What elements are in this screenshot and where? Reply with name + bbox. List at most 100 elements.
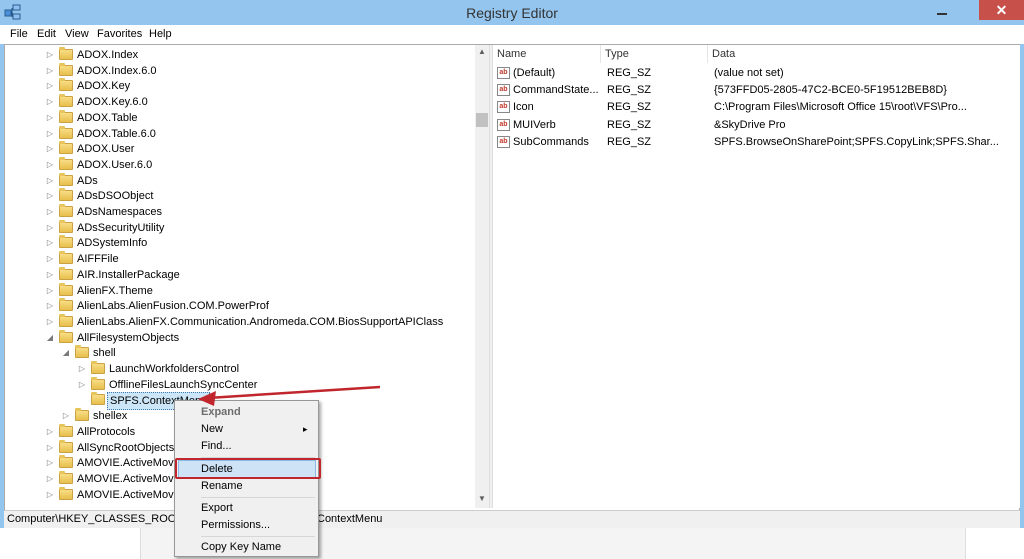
collapse-arrow-icon[interactable]: ◢ — [45, 330, 55, 346]
tree-node[interactable]: ▷ ADsNamespaces — [5, 204, 473, 220]
expand-arrow-icon[interactable]: ▷ — [77, 361, 87, 377]
expand-arrow-icon[interactable]: ▷ — [45, 204, 55, 220]
expand-arrow-icon[interactable]: ▷ — [45, 78, 55, 94]
folder-icon — [91, 392, 105, 406]
tree-node[interactable]: ▷ ADOX.Table — [5, 109, 473, 126]
tree-node[interactable]: ▷ AlienLabs.AlienFX.Communication.Androme… — [5, 313, 473, 330]
tree-node-label: AllSyncRootObjects — [77, 441, 175, 454]
tree-node[interactable]: ▷ AlienFX.Theme — [5, 282, 473, 299]
column-header-name[interactable]: Name — [493, 45, 601, 63]
string-value-icon: ab — [497, 67, 510, 79]
expand-arrow-icon[interactable]: ▷ — [45, 471, 55, 487]
folder-icon — [59, 109, 73, 123]
value-type: REG_SZ — [607, 101, 652, 114]
minimize-button[interactable] — [925, 2, 959, 22]
tree-node[interactable]: ▷ ADOX.User.6.0 — [5, 156, 473, 173]
values-list[interactable]: Name Type Data ab (Default) REG_SZ (value n… — [493, 45, 1020, 508]
expand-arrow-icon[interactable]: ▷ — [45, 141, 55, 157]
value-row[interactable]: ab MUIVerb REG_SZ &SkyDrive Pro — [493, 117, 1020, 134]
tree-node-label: ADs — [77, 174, 98, 187]
value-row[interactable]: ab (Default) REG_SZ (value not set) — [493, 65, 1020, 82]
folder-icon — [59, 251, 73, 265]
menu-item-permissions[interactable]: Permissions... — [201, 517, 270, 534]
menu-item-export[interactable]: Export — [201, 500, 233, 517]
expand-arrow-icon[interactable]: ▷ — [61, 408, 71, 424]
folder-icon — [59, 47, 73, 60]
folder-icon — [59, 455, 73, 469]
tree-node[interactable]: ▷ ADOX.User — [5, 141, 473, 157]
tree-node[interactable]: ▷ ADsDSOObject — [5, 188, 473, 204]
tree-node[interactable]: ◢ shell — [5, 345, 473, 361]
menu-file[interactable]: File — [10, 28, 28, 40]
expand-arrow-icon[interactable]: ▷ — [45, 220, 55, 236]
expand-arrow-icon[interactable]: ▷ — [45, 455, 55, 471]
tree-node[interactable]: ▷ AlienLabs.AlienFusion.COM.PowerProf — [5, 298, 473, 314]
value-name: CommandState... — [513, 84, 599, 97]
expand-arrow-icon[interactable]: ▷ — [45, 314, 55, 330]
expand-arrow-icon[interactable]: ▷ — [45, 63, 55, 79]
menu-item-rename[interactable]: Rename — [201, 478, 243, 495]
value-name: Icon — [513, 101, 534, 114]
menu-edit[interactable]: Edit — [37, 28, 56, 40]
menu-item-expand[interactable]: Expand — [201, 404, 241, 421]
tree-vertical-scrollbar[interactable]: ▲ ▼ — [475, 45, 489, 508]
column-header-data[interactable]: Data — [708, 45, 1020, 63]
menu-favorites[interactable]: Favorites — [97, 28, 142, 40]
tree-node[interactable]: ▷ OfflineFilesLaunchSyncCenter — [5, 376, 473, 393]
menu-item-new[interactable]: New — [201, 421, 223, 438]
expand-arrow-icon[interactable]: ▷ — [45, 110, 55, 126]
scroll-thumb[interactable] — [476, 113, 488, 127]
scroll-up-arrow-icon[interactable]: ▲ — [478, 47, 486, 56]
expand-arrow-icon[interactable]: ▷ — [45, 47, 55, 63]
menu-view[interactable]: View — [65, 28, 89, 40]
expand-arrow-icon[interactable]: ▷ — [45, 157, 55, 173]
tree-node[interactable]: ▷ ADs — [5, 172, 473, 189]
tree-node[interactable]: ▷ ADsSecurityUtility — [5, 219, 473, 236]
tree-node[interactable]: ▷ ADSystemInfo — [5, 235, 473, 251]
menu-help[interactable]: Help — [149, 28, 172, 40]
expand-arrow-icon[interactable]: ▷ — [45, 424, 55, 440]
tree-node-label: ADOX.Index — [77, 49, 139, 61]
expand-arrow-icon[interactable]: ▷ — [45, 251, 55, 267]
tree-node-label: AllProtocols — [77, 425, 136, 438]
tree-node-label: ADOX.User.6.0 — [77, 158, 153, 171]
title-bar[interactable]: Registry Editor ✕ — [0, 0, 1024, 25]
tree-node[interactable]: ▷ ADOX.Key.6.0 — [5, 94, 473, 110]
tree-node[interactable]: ▷ LaunchWorkfoldersControl — [5, 361, 473, 377]
tree-node-label: shellex — [93, 410, 128, 423]
menu-item-find[interactable]: Find... — [201, 438, 232, 455]
value-row[interactable]: ab SubCommands REG_SZ SPFS.BrowseOnSharePoi… — [493, 134, 1020, 151]
close-button[interactable]: ✕ — [979, 0, 1024, 20]
value-row[interactable]: ab CommandState... REG_SZ {573FFD05-2805-47… — [493, 82, 1020, 99]
expand-arrow-icon[interactable]: ▷ — [45, 267, 55, 283]
expand-arrow-icon[interactable]: ▷ — [45, 235, 55, 251]
folder-icon — [59, 94, 73, 108]
expand-arrow-icon[interactable]: ▷ — [45, 283, 55, 299]
tree-node[interactable]: ▷ ADOX.Key — [5, 78, 473, 94]
value-row[interactable]: ab Icon REG_SZ C:\Program Files\Microsoft O… — [493, 99, 1020, 116]
expand-arrow-icon[interactable]: ▷ — [45, 94, 55, 110]
menu-item-copy-key-name[interactable]: Copy Key Name — [201, 539, 281, 556]
tree-node[interactable]: ▷ ADOX.Table.6.0 — [5, 125, 473, 142]
folder-icon — [91, 361, 105, 374]
expand-arrow-icon[interactable]: ▷ — [45, 298, 55, 314]
expand-arrow-icon[interactable]: ▷ — [45, 173, 55, 189]
expand-arrow-icon[interactable]: ▷ — [77, 377, 87, 393]
scroll-down-arrow-icon[interactable]: ▼ — [478, 494, 486, 503]
collapse-arrow-icon[interactable]: ◢ — [61, 345, 71, 361]
value-type: REG_SZ — [607, 84, 652, 97]
expand-arrow-icon[interactable]: ▷ — [45, 487, 55, 503]
folder-icon — [59, 470, 73, 484]
string-value-icon: ab — [497, 118, 510, 131]
expand-arrow-icon[interactable]: ▷ — [45, 440, 55, 456]
expand-arrow-icon[interactable]: ▷ — [45, 126, 55, 142]
tree-node[interactable]: ▷ ADOX.Index — [5, 47, 473, 63]
tree-node[interactable]: ▷ ADOX.Index.6.0 — [5, 62, 473, 79]
tree-node[interactable]: ◢ AllFilesystemObjects — [5, 329, 473, 346]
folder-icon — [59, 423, 73, 437]
column-header-type[interactable]: Type — [601, 45, 708, 63]
expand-arrow-icon[interactable]: ▷ — [45, 188, 55, 204]
tree-node[interactable]: ▷ AIFFFile — [5, 251, 473, 267]
maximize-button[interactable] — [959, 2, 979, 22]
tree-node[interactable]: ▷ AIR.InstallerPackage — [5, 266, 473, 283]
